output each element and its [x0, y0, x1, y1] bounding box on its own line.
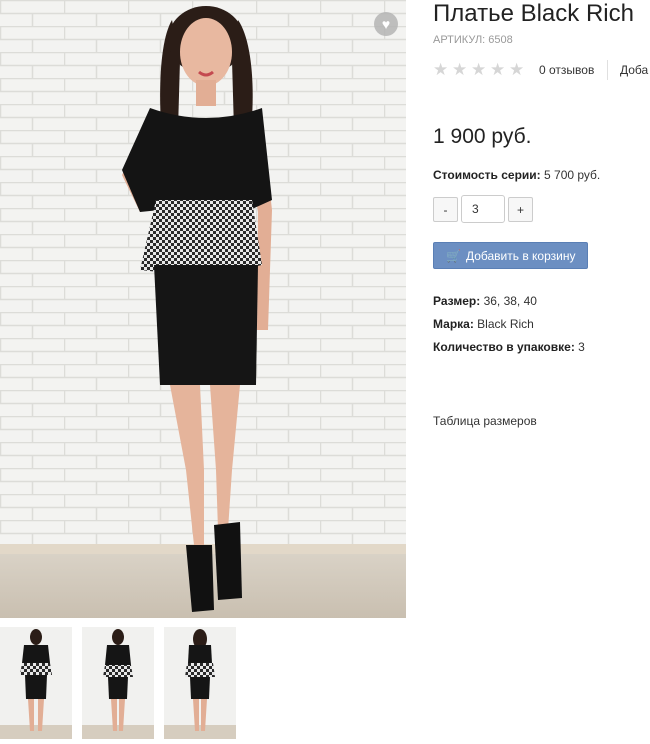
spec-pack-quantity: Количество в упаковке: 3 — [433, 340, 585, 354]
star-icon[interactable]: ★ — [471, 60, 490, 80]
star-icon[interactable]: ★ — [509, 60, 528, 80]
size-table-link[interactable]: Таблица размеров — [433, 414, 537, 428]
rating-row: ★ ★ ★ ★ ★ 0 отзывов Доба — [433, 60, 650, 80]
main-product-photo[interactable]: ♥ — [0, 0, 406, 618]
spec-size: Размер: 36, 38, 40 — [433, 294, 537, 308]
spec-label: Марка: — [433, 317, 474, 331]
reviews-count-link[interactable]: 0 отзывов — [539, 63, 594, 77]
thumbnail-image — [0, 627, 72, 739]
quantity-decrease-button[interactable]: - — [433, 197, 458, 222]
spec-value: Black Rich — [477, 317, 534, 331]
quantity-input[interactable] — [461, 195, 505, 223]
series-cost: Стоимость серии: 5 700 руб. — [433, 168, 600, 182]
add-to-cart-button[interactable]: 🛒 Добавить в корзину — [433, 242, 588, 269]
series-cost-value: 5 700 руб. — [544, 168, 601, 182]
spec-label: Количество в упаковке: — [433, 340, 575, 354]
product-title: Платье Black Rich — [433, 0, 634, 27]
series-cost-label: Стоимость серии: — [433, 168, 541, 182]
add-review-link[interactable]: Доба — [620, 63, 648, 77]
add-to-cart-label: Добавить в корзину — [465, 248, 576, 263]
thumbnail-image — [82, 627, 154, 739]
thumbnail-side[interactable] — [82, 627, 154, 739]
thumbnail-image — [164, 627, 236, 739]
product-price: 1 900 руб. — [433, 125, 532, 148]
product-sku: Артикул: 6508 — [433, 34, 513, 46]
spec-value: 36, 38, 40 — [483, 294, 537, 308]
rating-stars[interactable]: ★ ★ ★ ★ ★ — [433, 60, 528, 80]
cart-icon: 🛒 — [446, 248, 461, 263]
spec-label: Размер: — [433, 294, 481, 308]
spec-brand: Марка: Black Rich — [433, 317, 534, 331]
thumbnail-back[interactable] — [164, 627, 236, 739]
quantity-increase-button[interactable]: + — [508, 197, 533, 222]
sku-label: Артикул: — [433, 34, 486, 46]
sku-value: 6508 — [488, 34, 513, 46]
divider — [607, 60, 608, 80]
star-icon[interactable]: ★ — [490, 60, 509, 80]
thumbnail-front[interactable] — [0, 627, 72, 739]
heart-icon: ♥ — [381, 16, 391, 32]
model-photo-illustration — [0, 0, 406, 618]
star-icon[interactable]: ★ — [433, 60, 452, 80]
spec-value: 3 — [578, 340, 585, 354]
wishlist-button[interactable]: ♥ — [374, 12, 398, 36]
star-icon[interactable]: ★ — [452, 60, 471, 80]
